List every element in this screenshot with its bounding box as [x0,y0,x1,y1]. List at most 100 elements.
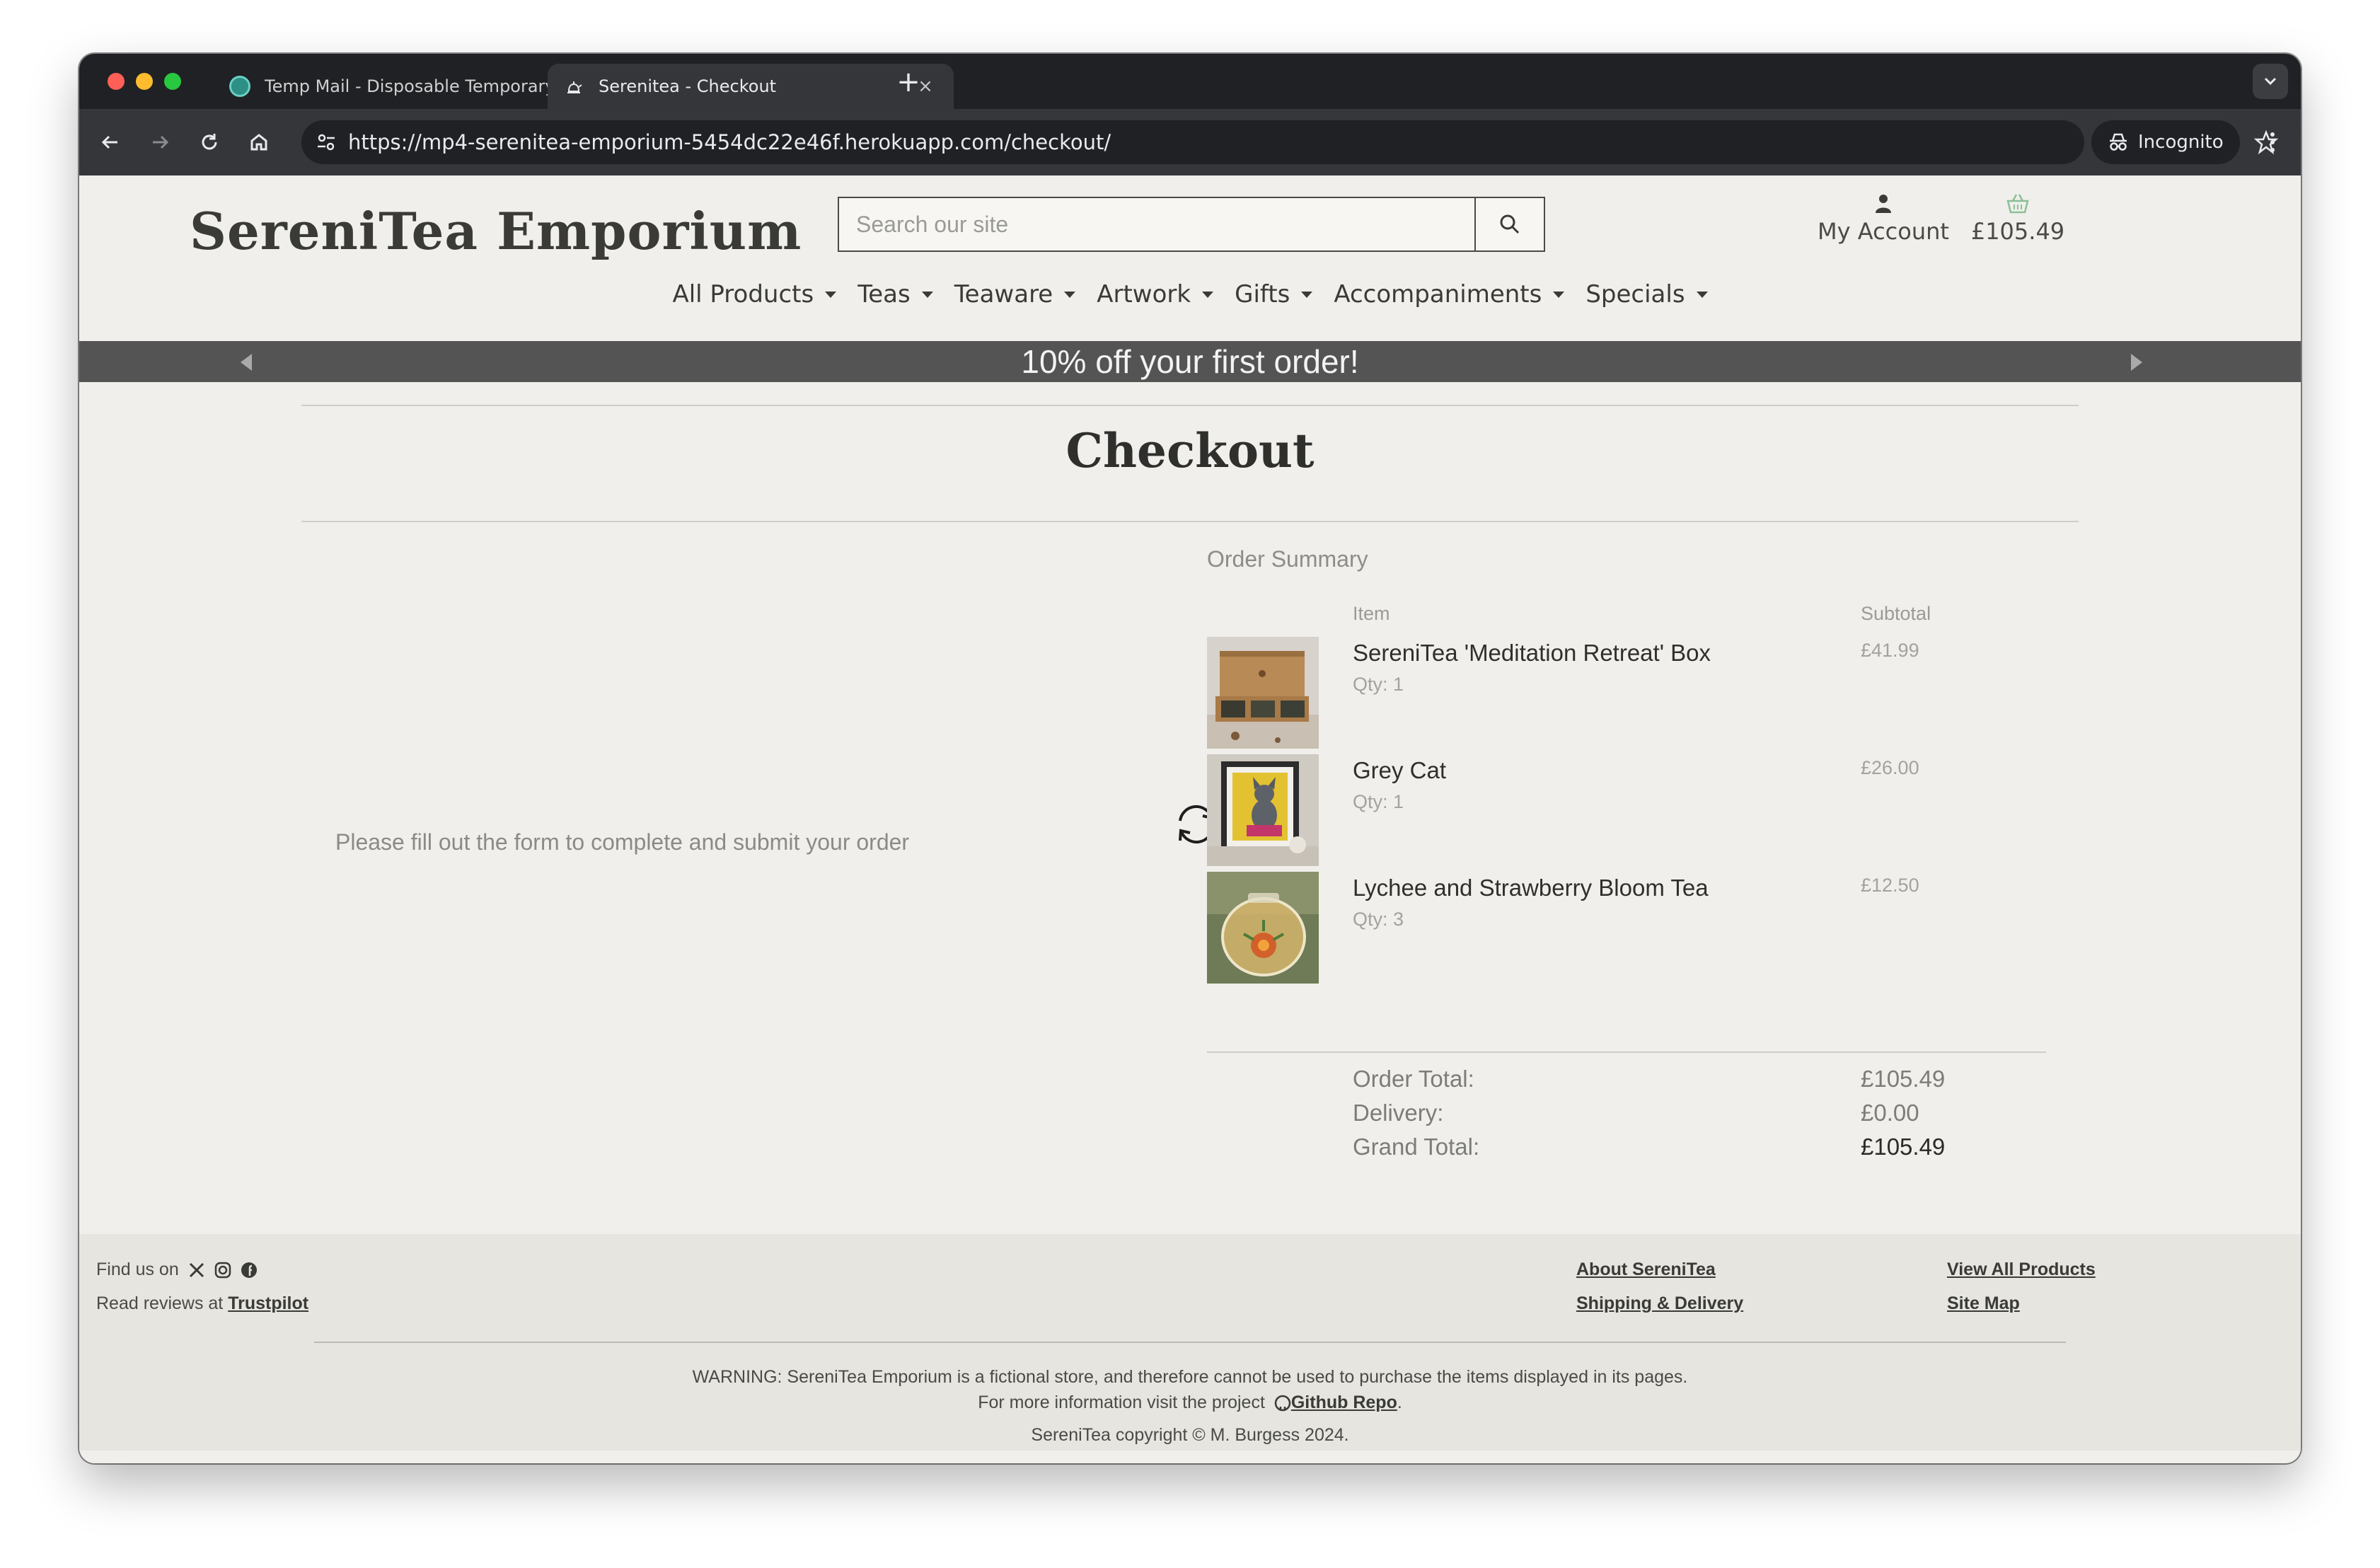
divider [301,521,2079,522]
github-repo-link[interactable]: Github Repo [1291,1393,1397,1412]
page-content: SereniTea Emporium My Account £105.49 Al… [79,175,2301,1463]
reviews-row: Read reviews at Trustpilot [96,1293,308,1314]
search-input[interactable] [839,198,1474,250]
caret-down-icon [1696,291,1708,298]
maximize-window-button[interactable] [164,73,181,90]
item-subtotal: £41.99 [1861,640,1919,661]
tab-search-button[interactable] [2253,64,2288,99]
url-text[interactable]: https://mp4-serenitea-emporium-5454dc22e… [348,120,1111,164]
column-header-subtotal: Subtotal [1861,603,1931,624]
home-button[interactable] [241,124,277,161]
nav-artwork[interactable]: Artwork [1097,280,1214,309]
order-summary-title: Order Summary [1207,546,1368,572]
reload-button[interactable] [191,124,228,161]
nav-teaware[interactable]: Teaware [954,280,1076,309]
caret-down-icon [921,291,933,298]
nav-gifts[interactable]: Gifts [1235,280,1313,309]
copyright-text: SereniTea copyright © M. Burgess 2024. [1031,1425,1349,1445]
incognito-icon [2110,133,2127,151]
tab-title: Temp Mail - Disposable Temporary Email [265,76,569,96]
facebook-icon[interactable] [241,1262,258,1279]
product-image-lychee-bloom-tea [1207,872,1319,984]
basket-link[interactable]: £105.49 [1954,192,2081,245]
incognito-indicator[interactable]: Incognito [2091,120,2240,164]
divider [301,405,2079,406]
more-vertical-icon [2270,132,2275,152]
delivery-label: Delivery: [1353,1100,1444,1126]
address-bar[interactable]: https://mp4-serenitea-emporium-5454dc22e… [301,120,2278,164]
delivery-value: £0.00 [1861,1100,1919,1126]
site-map-link[interactable]: Site Map [1947,1293,2020,1314]
nav-label: Teas [857,280,911,309]
tab-title: Serenitea - Checkout [599,76,777,96]
nav-label: Specials [1585,280,1685,309]
basket-icon [2006,194,2029,214]
my-account-label: My Account [1818,218,1949,245]
search-icon [1500,214,1520,234]
item-name: SereniTea 'Meditation Retreat' Box [1353,640,1711,666]
more-info-label: For more information visit the project [978,1393,1265,1412]
close-window-button[interactable] [108,73,125,90]
nav-label: Teaware [954,280,1053,309]
site-settings-icon[interactable] [316,132,337,153]
reload-icon [202,134,217,150]
item-subtotal: £26.00 [1861,757,1919,778]
promo-banner: 10% off your first order! [79,341,2301,382]
site-footer: Find us on Read reviews at Trustpilot Ab… [79,1234,2301,1451]
nav-accompaniments[interactable]: Accompaniments [1334,280,1565,309]
order-total-value: £105.49 [1861,1066,1946,1092]
nav-specials[interactable]: Specials [1585,280,1708,309]
browser-window: Temp Mail - Disposable Temporary Email ×… [79,54,2301,1463]
item-qty: Qty: 1 [1353,791,1404,812]
product-image-meditation-box [1207,637,1319,749]
incognito-label: Incognito [2138,132,2224,153]
banner-next-icon[interactable] [2131,354,2142,371]
back-button[interactable] [92,124,129,161]
caret-down-icon [1301,291,1313,298]
main-nav: All Products Teas Teaware Artwork Gifts … [79,280,2301,309]
nav-teas[interactable]: Teas [857,280,933,309]
find-us-label: Find us on [96,1259,179,1279]
nav-label: Accompaniments [1334,280,1542,309]
nav-label: Artwork [1097,280,1191,309]
promo-text: 10% off your first order! [1021,343,1359,380]
nav-all-products[interactable]: All Products [672,280,837,309]
shipping-link[interactable]: Shipping & Delivery [1576,1293,1743,1314]
new-tab-button[interactable]: + [887,62,930,102]
site-logo[interactable]: SereniTea Emporium [190,201,802,261]
caret-down-icon [1553,291,1565,298]
home-icon [250,134,267,151]
caret-down-icon [1064,291,1076,298]
arrow-left-icon [101,135,117,149]
item-qty: Qty: 3 [1353,909,1404,930]
my-account-link[interactable]: My Account [1813,192,1954,245]
form-message: Please fill out the form to complete and… [335,829,910,855]
temp-mail-favicon-icon [229,76,250,97]
item-name: Lychee and Strawberry Bloom Tea [1353,875,1709,901]
browser-toolbar: https://mp4-serenitea-emporium-5454dc22e… [79,109,2301,175]
disclaimer-text: WARNING: SereniTea Emporium is a fiction… [692,1367,1688,1387]
about-link[interactable]: About SereniTea [1576,1259,1716,1280]
reviews-label: Read reviews at [96,1293,224,1313]
teapot-favicon-icon [567,81,582,93]
footer-divider [314,1342,2066,1343]
grand-total-value: £105.49 [1861,1134,1946,1160]
product-image-grey-cat [1207,754,1319,866]
minimize-window-button[interactable] [136,73,153,90]
nav-label: All Products [672,280,814,309]
item-name: Grey Cat [1353,757,1447,783]
instagram-icon[interactable] [214,1262,231,1279]
basket-total: £105.49 [1970,218,2065,245]
trustpilot-link[interactable]: Trustpilot [228,1293,308,1313]
search-button[interactable] [1474,198,1544,250]
social-row: Find us on [96,1259,258,1280]
view-all-products-link[interactable]: View All Products [1947,1259,2096,1280]
browser-menu-button[interactable] [2254,124,2291,161]
item-subtotal: £12.50 [1861,875,1919,896]
user-icon [1876,195,1891,213]
nav-label: Gifts [1235,280,1290,309]
x-twitter-icon[interactable] [188,1262,205,1279]
chevron-down-icon [2264,77,2277,86]
forward-button[interactable] [141,124,178,161]
column-header-item: Item [1353,603,1390,624]
